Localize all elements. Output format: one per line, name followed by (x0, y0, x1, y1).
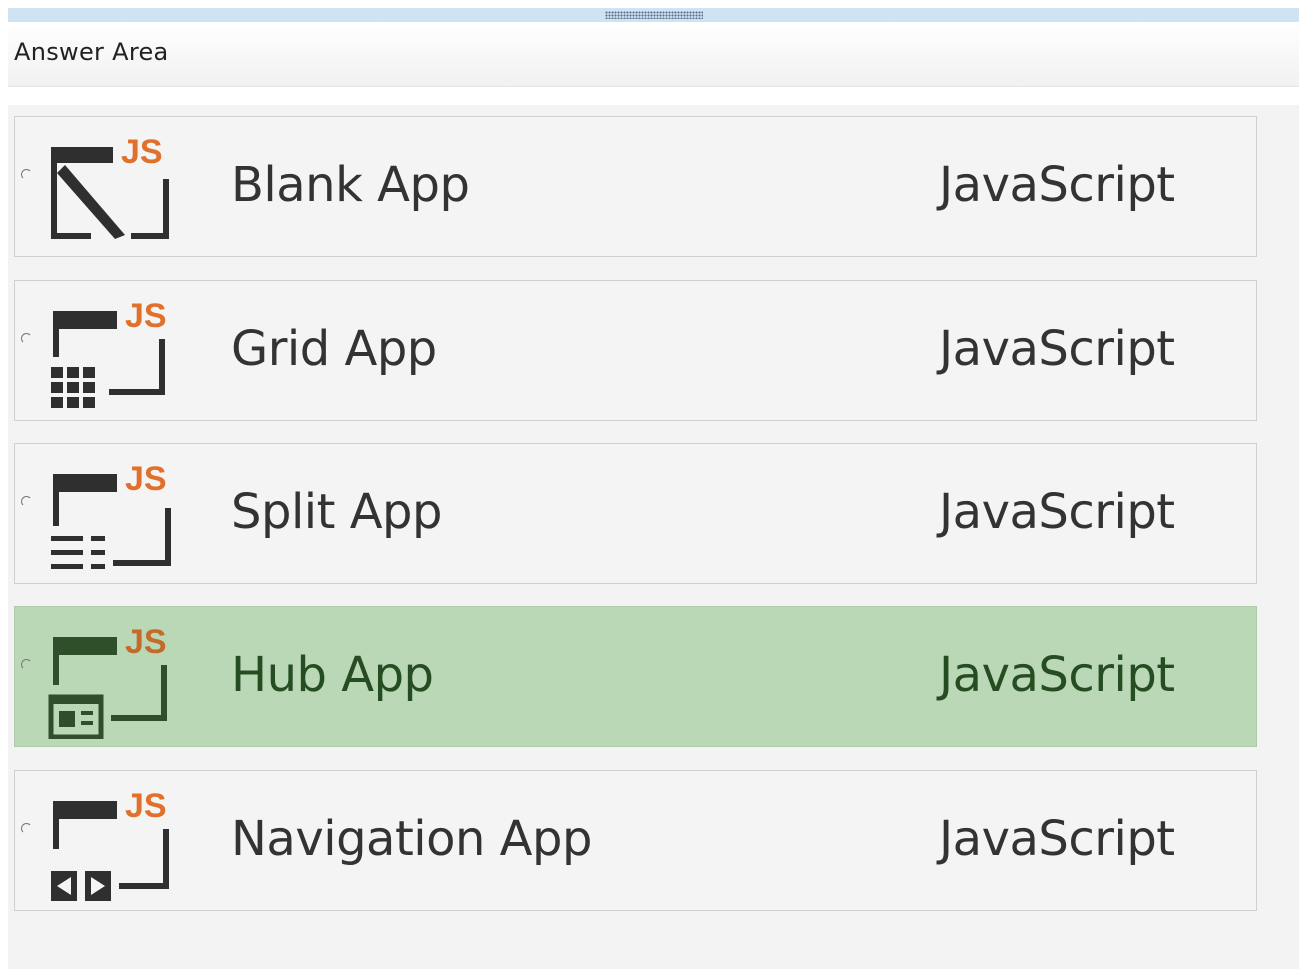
answer-area-title: Answer Area (14, 38, 169, 66)
resize-bar[interactable] (8, 8, 1299, 22)
svg-text:JS: JS (125, 787, 167, 825)
option-grid-app[interactable]: JS Grid App JavaScript (14, 280, 1257, 421)
svg-text:JS: JS (125, 623, 167, 661)
option-label: Split App (231, 484, 442, 540)
option-language: JavaScript (939, 484, 1175, 540)
option-hub-app[interactable]: JS Hub App JavaScript (14, 606, 1257, 747)
blank-app-icon: JS (51, 133, 169, 239)
option-split-app[interactable]: JS Split App JavaScript (14, 443, 1257, 584)
svg-text:JS: JS (125, 297, 167, 335)
radio-button[interactable] (21, 169, 32, 180)
svg-text:JS: JS (125, 460, 167, 498)
navigation-app-icon: JS (51, 787, 169, 901)
grip-icon[interactable] (604, 11, 703, 19)
radio-button[interactable] (21, 823, 32, 834)
option-label: Grid App (231, 321, 437, 377)
radio-button[interactable] (21, 333, 32, 344)
option-navigation-app[interactable]: JS Navigation App JavaScript (14, 770, 1257, 911)
options-list: JS Blank App JavaScript JS Grid App Java… (8, 105, 1299, 969)
option-language: JavaScript (939, 811, 1175, 867)
grid-app-icon: JS (51, 297, 167, 408)
split-app-icon: JS (51, 460, 171, 569)
option-language: JavaScript (939, 157, 1175, 213)
option-label: Blank App (231, 157, 470, 213)
option-language: JavaScript (939, 321, 1175, 377)
hub-app-icon: JS (48, 623, 167, 739)
radio-button[interactable] (21, 659, 32, 670)
option-label: Hub App (231, 647, 434, 703)
option-blank-app[interactable]: JS Blank App JavaScript (14, 116, 1257, 257)
option-label: Navigation App (231, 811, 592, 867)
answer-area-header: Answer Area (8, 22, 1299, 87)
option-language: JavaScript (939, 647, 1175, 703)
radio-button[interactable] (21, 496, 32, 507)
svg-text:JS: JS (121, 133, 163, 171)
